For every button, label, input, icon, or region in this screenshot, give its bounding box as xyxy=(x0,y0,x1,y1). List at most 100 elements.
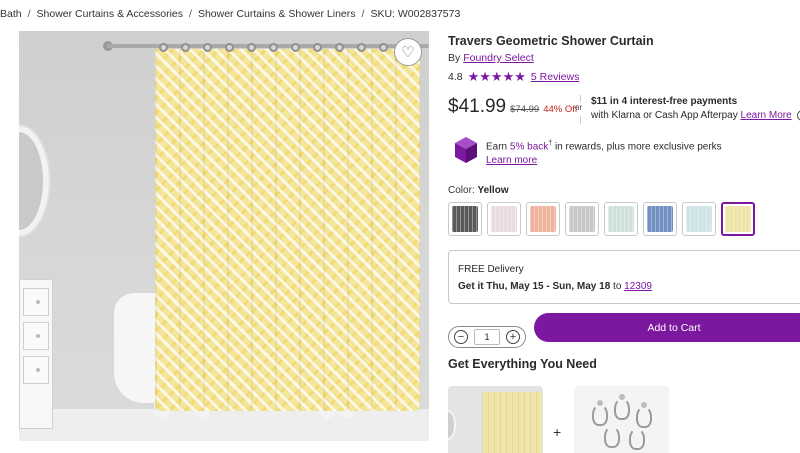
curtain-ring xyxy=(181,43,190,52)
curtain-folds xyxy=(155,49,420,411)
rewards-cube-icon xyxy=(455,137,477,163)
installments-amount: $11 in 4 interest-free payments xyxy=(591,96,738,107)
curtain-ring xyxy=(159,43,168,52)
curtain-ring xyxy=(357,43,366,52)
free-delivery-label: FREE Delivery xyxy=(458,264,524,275)
hook-bead xyxy=(641,402,647,408)
breadcrumb: Bath / Shower Curtains & Accessories / S… xyxy=(0,8,460,24)
hook-icon xyxy=(604,426,620,448)
hook-bead xyxy=(597,400,603,406)
or-divider: or xyxy=(574,95,588,125)
rewards-text: Earn 5% back† in rewards, plus more excl… xyxy=(486,137,722,168)
curtain-image xyxy=(155,49,420,411)
swatch-fill xyxy=(452,206,478,232)
delivery-to-label: to xyxy=(613,281,622,292)
breadcrumb-separator: / xyxy=(361,8,365,20)
hook-bead xyxy=(619,394,625,400)
rating-value: 4.8 xyxy=(448,71,463,83)
breadcrumb-bath[interactable]: Bath xyxy=(0,8,22,24)
color-label: Color: Yellow xyxy=(448,185,509,196)
color-swatch-mint[interactable] xyxy=(604,202,638,236)
curtain-ring xyxy=(335,43,344,52)
breadcrumb-separator: / xyxy=(189,8,192,20)
quantity-stepper: − + xyxy=(448,326,526,348)
product-info: Travers Geometric Shower Curtain By Foun… xyxy=(448,0,800,453)
image-floor xyxy=(19,409,429,441)
or-label: or xyxy=(575,103,583,112)
swatch-fill xyxy=(725,206,751,232)
minus-icon[interactable]: − xyxy=(454,330,468,344)
selected-color: Yellow xyxy=(477,185,509,196)
product-image[interactable]: ♡ xyxy=(19,31,429,441)
zip-code-link[interactable]: 12309 xyxy=(624,281,652,292)
brand-link[interactable]: Foundry Select xyxy=(463,52,534,64)
color-swatch-blush[interactable] xyxy=(487,202,521,236)
color-swatch-aqua[interactable] xyxy=(682,202,716,236)
color-swatch-gray[interactable] xyxy=(448,202,482,236)
reviews-link[interactable]: 5 Reviews xyxy=(531,71,579,83)
bundle-mirror xyxy=(448,410,456,440)
add-to-cart-button[interactable]: Add to Cart xyxy=(534,313,800,342)
swatch-fill xyxy=(686,206,712,232)
delivery-dates: Get it Thu, May 15 - Sun, May 18 xyxy=(458,281,611,292)
swatch-fill xyxy=(647,206,673,232)
cabinet-knob xyxy=(36,368,40,372)
color-swatch-yellow[interactable] xyxy=(721,202,755,236)
rating-row: 4.8 ★★★★★ 5 Reviews xyxy=(448,69,579,85)
sku-label: SKU: W002837573 xyxy=(370,8,461,20)
color-swatch-silver[interactable] xyxy=(565,202,599,236)
installments-learn-more[interactable]: Learn More xyxy=(741,110,792,121)
curtain-ring xyxy=(247,43,256,52)
swatch-fill xyxy=(569,206,595,232)
rewards-description: in rewards, plus more exclusive perks xyxy=(552,141,722,153)
curtain-ring xyxy=(379,43,388,52)
rewards-earn-label: Earn xyxy=(486,141,508,153)
curtain-ring xyxy=(291,43,300,52)
breadcrumb-shower-curtains-liners[interactable]: Shower Curtains & Shower Liners xyxy=(198,8,356,24)
bundle-plus: + xyxy=(553,424,562,440)
bundle-item-hooks[interactable] xyxy=(574,386,669,453)
hook-icon xyxy=(614,398,630,420)
hook-icon xyxy=(636,406,652,428)
image-cabinet xyxy=(19,279,53,429)
color-swatches xyxy=(448,202,755,236)
color-swatch-blue[interactable] xyxy=(643,202,677,236)
curtain-ring xyxy=(269,43,278,52)
breadcrumb-separator: / xyxy=(27,8,31,20)
discount-label: 44% Off xyxy=(543,104,578,115)
favorite-button[interactable]: ♡ xyxy=(394,38,422,66)
bundle-heading: Get Everything You Need xyxy=(448,357,597,371)
hook-icon xyxy=(629,428,645,450)
rewards-learn-more[interactable]: Learn more xyxy=(486,155,537,166)
curtain-ring xyxy=(225,43,234,52)
installments-providers: with Klarna or Cash App Afterpay xyxy=(591,110,738,121)
swatch-fill xyxy=(608,206,634,232)
swatch-fill xyxy=(530,206,556,232)
rewards-banner: Earn 5% back† in rewards, plus more excl… xyxy=(454,135,754,167)
swatch-fill xyxy=(491,206,517,232)
cabinet-knob xyxy=(36,300,40,304)
product-byline: By Foundry Select xyxy=(448,52,534,64)
heart-icon: ♡ xyxy=(401,43,415,61)
delivery-box: FREE Delivery Get it Thu, May 15 - Sun, … xyxy=(448,250,800,304)
star-rating-icon: ★★★★★ xyxy=(467,69,526,84)
sale-price: $41.99 xyxy=(448,96,507,117)
bundle-curtain-thumb xyxy=(482,392,542,453)
by-label: By xyxy=(448,52,461,64)
delivery-estimate: Get it Thu, May 15 - Sun, May 18 to 1230… xyxy=(458,281,652,292)
breadcrumb-shower-curtains-accessories[interactable]: Shower Curtains & Accessories xyxy=(37,8,183,24)
curtain-ring xyxy=(203,43,212,52)
curtain-ring xyxy=(313,43,322,52)
original-price: $74.99 xyxy=(510,104,540,115)
installments-info: $11 in 4 interest-free payments with Kla… xyxy=(591,95,800,123)
bundle-item-curtain[interactable] xyxy=(448,386,543,453)
cabinet-knob xyxy=(36,334,40,338)
price-row: $41.99 $74.99 44% Off xyxy=(448,96,577,118)
quantity-input[interactable] xyxy=(474,329,500,345)
plus-icon[interactable]: + xyxy=(506,330,520,344)
product-title: Travers Geometric Shower Curtain xyxy=(448,34,654,48)
color-label-prefix: Color: xyxy=(448,185,475,196)
rewards-percent: 5% back xyxy=(509,141,549,153)
hook-icon xyxy=(592,404,608,426)
color-swatch-coral[interactable] xyxy=(526,202,560,236)
